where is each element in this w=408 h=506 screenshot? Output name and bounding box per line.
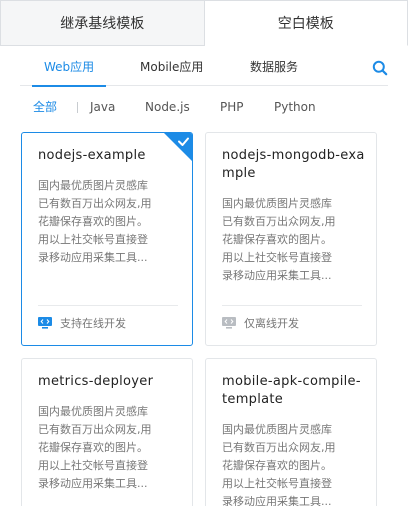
filter-divider [77,102,78,113]
tab-blank-template[interactable]: 空白模板 [204,0,408,46]
card-title: nodejs-example [38,148,146,163]
tab-web-app[interactable]: Web应用 [31,46,107,87]
tab-data-service[interactable]: 数据服务 [250,46,298,86]
card-footer: 支持在线开发 [38,313,126,333]
card-description: 国内最优质图片灵感库 已有数百万出众网友,用 花瓣保存喜欢的图片。 用以上社交帐… [222,197,336,282]
template-card-nodejs-example[interactable]: nodejs-example 国内最优质图片灵感库 已有数百万出众网友,用 花瓣… [21,132,193,346]
monitor-code-icon [38,317,52,329]
monitor-code-icon [222,317,236,329]
offline-dev-label: 仅离线开发 [244,317,299,330]
tab-inherit-baseline-template[interactable]: 继承基线模板 [0,0,205,46]
filter-python[interactable]: Python [274,86,316,128]
filter-php[interactable]: PHP [220,86,244,128]
card-description: 国内最优质图片灵感库 已有数百万出众网友,用 花瓣保存喜欢的图片。 用以上社交帐… [222,423,336,506]
template-card-nodejs-mongodb-example[interactable]: nodejs-mongodb-example 国内最优质图片灵感库 已有数百万出… [205,132,377,346]
language-filter-bar: 全部 Java Node.js PHP Python [22,86,392,128]
card-divider [222,305,362,306]
online-dev-label: 支持在线开发 [60,317,126,330]
card-title: metrics-deployer [38,374,154,389]
app-category-tabs: Web应用 Mobile应用 数据服务 [20,46,388,87]
template-card-metrics-deployer[interactable]: metrics-deployer 国内最优质图片灵感库 已有数百万出众网友,用 … [21,358,193,506]
filter-java[interactable]: Java [90,86,115,128]
card-title: mobile-apk-compile-template [222,374,361,407]
card-description: 国内最优质图片灵感库 已有数百万出众网友,用 花瓣保存喜欢的图片。 用以上社交帐… [38,179,152,264]
tab-mobile-app[interactable]: Mobile应用 [140,46,203,86]
filter-all[interactable]: 全部 [33,86,57,128]
search-icon[interactable] [372,60,388,76]
card-description: 国内最优质图片灵感库 已有数百万出众网友,用 花瓣保存喜欢的图片。 用以上社交帐… [38,405,152,490]
card-footer: 仅离线开发 [222,313,299,333]
card-divider [38,305,178,306]
template-card-mobile-apk-compile-template[interactable]: mobile-apk-compile-template 国内最优质图片灵感库 已… [205,358,377,506]
filter-nodejs[interactable]: Node.js [145,86,190,128]
card-title: nodejs-mongodb-example [222,148,365,181]
template-type-tabs: 继承基线模板 空白模板 [0,0,408,46]
